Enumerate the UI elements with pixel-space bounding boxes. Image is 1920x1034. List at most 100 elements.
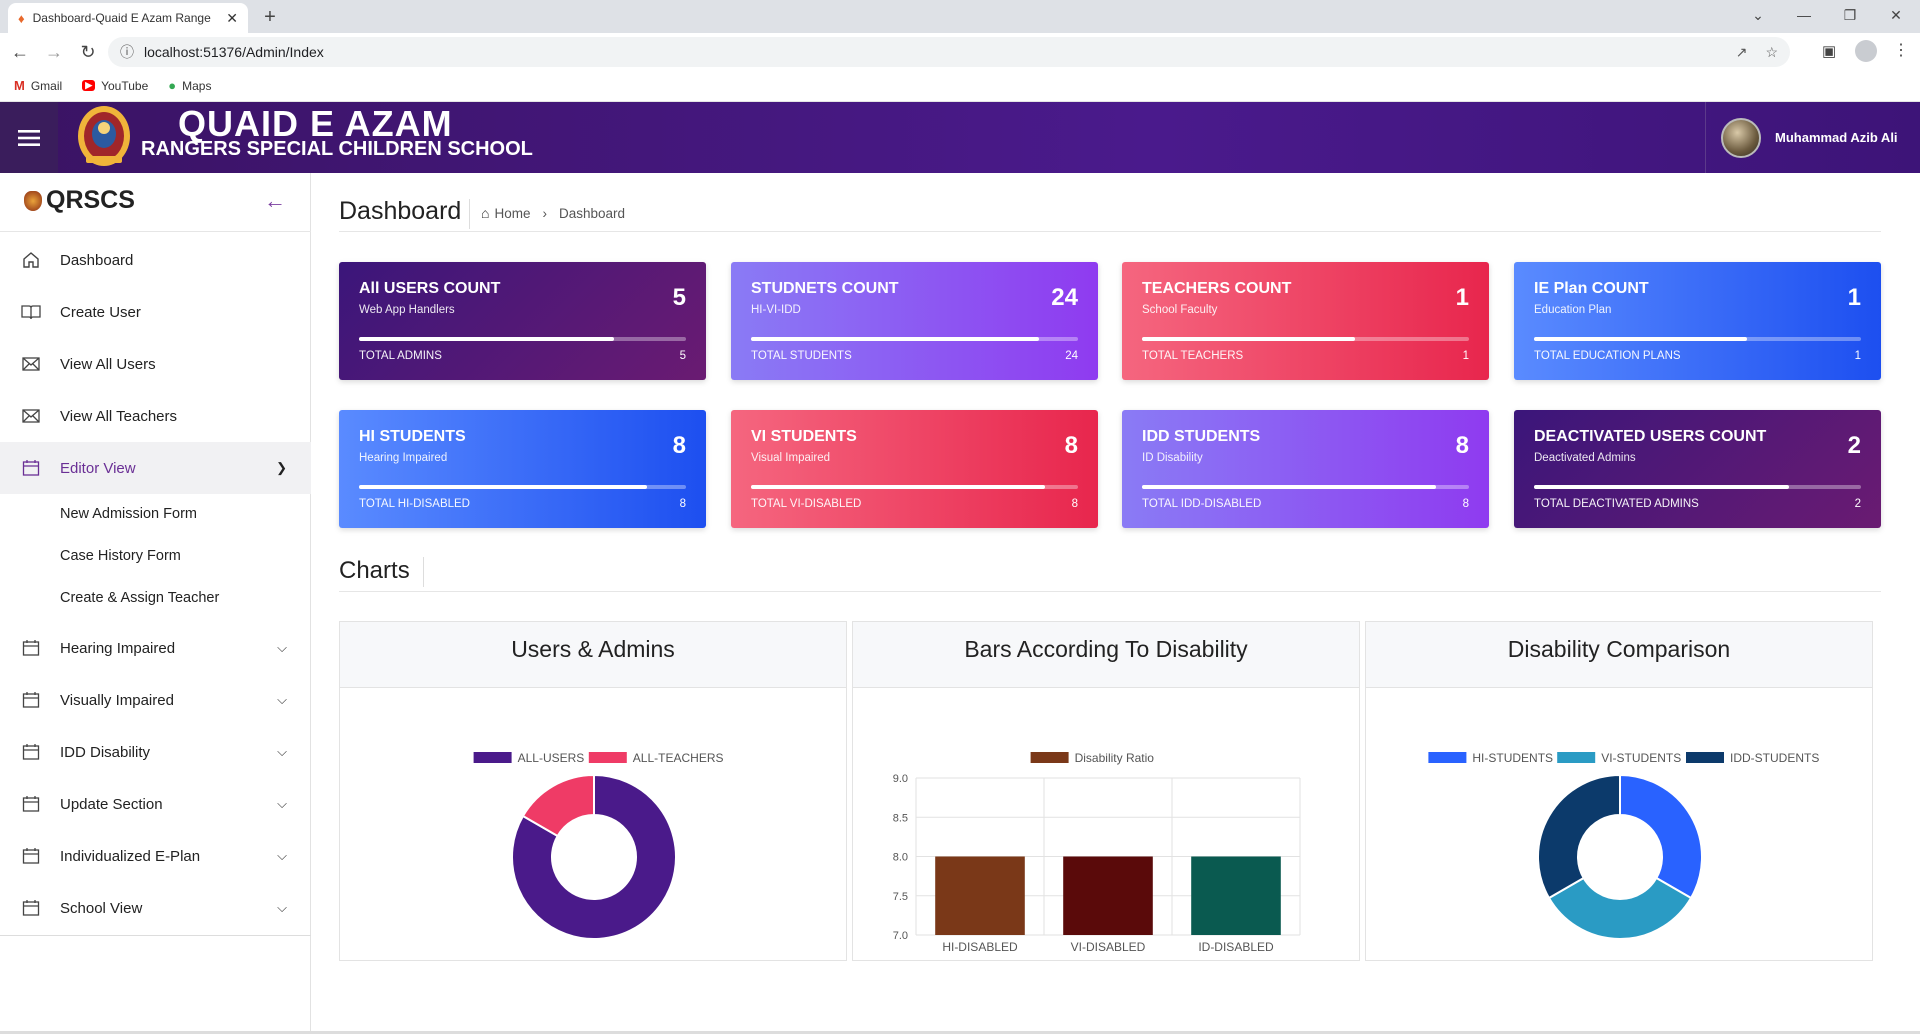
- stat-card-ie-plan[interactable]: IE Plan COUNT Education Plan 1 TOTAL EDU…: [1514, 262, 1881, 380]
- breadcrumb-current: Dashboard: [558, 205, 626, 221]
- card-value: 8: [1064, 432, 1078, 459]
- chart-title: Users & Admins: [340, 622, 846, 688]
- card-value: 24: [1051, 284, 1078, 311]
- stat-card-teachers[interactable]: TEACHERS COUNT School Faculty 1 TOTAL TE…: [1122, 262, 1489, 380]
- bookmark-maps[interactable]: ● Maps: [168, 78, 211, 93]
- sidebar-item-school-view[interactable]: School View ⌵: [0, 882, 311, 934]
- collapse-sidebar-icon[interactable]: ←: [264, 188, 286, 214]
- card-value: 2: [1847, 432, 1861, 459]
- card-title: IDD STUDENTS: [1142, 428, 1261, 445]
- bar: [1191, 856, 1281, 935]
- share-icon[interactable]: ↗: [1736, 44, 1748, 61]
- sidebar-subitem-case-history-form[interactable]: Case History Form: [60, 548, 181, 564]
- forward-arrow-icon[interactable]: →: [40, 38, 68, 66]
- school-subtitle: RANGERS SPECIAL CHILDREN SCHOOL: [141, 138, 533, 160]
- tab-title: Dashboard-Quaid E Azam Range: [32, 11, 211, 25]
- progress-bar: [751, 337, 1078, 341]
- progress-bar: [1142, 337, 1469, 341]
- sidebar-item-create-user[interactable]: Create User: [0, 286, 311, 338]
- back-arrow-icon[interactable]: ←: [6, 38, 34, 66]
- tab-search-icon[interactable]: ⌄: [1735, 0, 1781, 33]
- page-title: Dashboard: [339, 197, 462, 225]
- stat-card-hi-students[interactable]: HI STUDENTS Hearing Impaired 8 TOTAL HI-…: [339, 410, 706, 528]
- pie-slice: [1537, 773, 1621, 900]
- sidebar-item-editor-view[interactable]: Editor View ❯: [0, 442, 311, 494]
- chevron-down-icon: ⌵: [277, 692, 287, 707]
- sidebar-brand[interactable]: QRSCS: [24, 186, 135, 215]
- new-tab-button[interactable]: +: [258, 5, 282, 29]
- sidebar-item-update-section[interactable]: Update Section ⌵: [0, 778, 311, 830]
- card-title: HI STUDENTS: [359, 428, 466, 445]
- close-tab-icon[interactable]: ✕: [226, 10, 238, 27]
- divider: [0, 935, 311, 936]
- stat-card-idd-students[interactable]: IDD STUDENTS ID Disability 8 TOTAL IDD-D…: [1122, 410, 1489, 528]
- chevron-down-icon: ⌵: [277, 848, 287, 863]
- stat-card-deactivated-users[interactable]: DEACTIVATED USERS COUNT Deactivated Admi…: [1514, 410, 1881, 528]
- chart-panel-disability-bars: Bars According To Disability Disability …: [852, 621, 1360, 961]
- sidebar-subitem-create-assign-teacher[interactable]: Create & Assign Teacher: [60, 590, 219, 606]
- bar: [1063, 856, 1153, 935]
- reload-icon[interactable]: ↻: [74, 38, 102, 66]
- brand-logo-icon: [24, 190, 42, 211]
- bookmark-youtube[interactable]: ▶ YouTube: [82, 79, 148, 93]
- progress-fill: [1534, 337, 1747, 341]
- chevron-up-icon: ❯: [276, 460, 287, 475]
- stat-card-all-users[interactable]: All USERS COUNT Web App Handlers 5 TOTAL…: [339, 262, 706, 380]
- progress-fill: [1142, 485, 1437, 489]
- card-footer-label: TOTAL TEACHERS: [1142, 350, 1244, 362]
- browser-tabstrip: [0, 0, 1920, 33]
- sidebar-item-label: Individualized E-Plan: [60, 847, 201, 865]
- progress-fill: [1142, 337, 1355, 341]
- sidebar-item-label: Dashboard: [60, 251, 134, 269]
- legend-label: Disability Ratio: [1075, 751, 1155, 765]
- info-icon[interactable]: ⓘ: [120, 42, 134, 62]
- card-footer-label: TOTAL HI-DISABLED: [359, 498, 470, 510]
- card-title: VI STUDENTS: [751, 428, 857, 445]
- sidebar-item-individualized-e-plan[interactable]: Individualized E-Plan ⌵: [0, 830, 311, 882]
- envelope-icon: [20, 355, 42, 373]
- progress-bar: [359, 485, 686, 489]
- disability-bar-chart: Disability Ratio 9.0 8.5 8.0 7.5 7.0 HI-DISABL…: [893, 751, 1301, 954]
- close-window-button[interactable]: ✕: [1873, 0, 1919, 33]
- sidebar-item-dashboard[interactable]: Dashboard: [0, 234, 311, 286]
- browser-tab[interactable]: ♦ Dashboard-Quaid E Azam Range ✕: [8, 3, 248, 33]
- stat-card-vi-students[interactable]: VI STUDENTS Visual Impaired 8 TOTAL VI-D…: [731, 410, 1098, 528]
- card-footer-label: TOTAL STUDENTS: [751, 350, 852, 362]
- card-subtitle: Deactivated Admins: [1534, 452, 1636, 464]
- menu-dots-icon[interactable]: ⋮: [1893, 40, 1909, 60]
- x-tick-label: ID-DISABLED: [1198, 940, 1274, 954]
- card-subtitle: Hearing Impaired: [359, 452, 448, 464]
- card-footer-label: TOTAL DEACTIVATED ADMINS: [1534, 498, 1699, 510]
- y-tick-label: 8.0: [893, 852, 908, 864]
- sidebar-item-hearing-impaired[interactable]: Hearing Impaired ⌵: [0, 622, 311, 674]
- divider: [339, 591, 1881, 592]
- sidebar-item-view-all-teachers[interactable]: View All Teachers: [0, 390, 311, 442]
- stat-card-students[interactable]: STUDNETS COUNT HI-VI-IDD 24 TOTAL STUDEN…: [731, 262, 1098, 380]
- calendar-icon: [20, 743, 42, 761]
- sidebar-item-label: Editor View: [60, 459, 136, 477]
- sidebar-item-idd-disability[interactable]: IDD Disability ⌵: [0, 726, 311, 778]
- legend-swatch: [1030, 752, 1069, 763]
- sidebar-item-view-all-users[interactable]: View All Users: [0, 338, 311, 390]
- address-bar[interactable]: ⓘ localhost:51376/Admin/Index ↗ ☆: [108, 37, 1790, 67]
- sidebar-subitem-new-admission-form[interactable]: New Admission Form: [60, 506, 197, 522]
- breadcrumb-home[interactable]: Home: [494, 206, 530, 221]
- bookmark-gmail[interactable]: M Gmail: [14, 78, 62, 93]
- profile-icon[interactable]: [1855, 40, 1877, 62]
- calendar-icon: [20, 795, 42, 813]
- card-subtitle: Web App Handlers: [359, 304, 455, 316]
- sidebar-item-visually-impaired[interactable]: Visually Impaired ⌵: [0, 674, 311, 726]
- restore-button[interactable]: ❐: [1827, 0, 1873, 33]
- card-footer-value: 8: [679, 498, 686, 510]
- bookmark-label: Gmail: [30, 78, 63, 93]
- side-panel-icon[interactable]: ▣: [1822, 42, 1836, 60]
- sidebar-item-label: View All Teachers: [60, 407, 178, 425]
- user-menu[interactable]: Muhammad Azib Ali: [1705, 102, 1920, 173]
- minimize-button[interactable]: —: [1781, 0, 1827, 33]
- star-icon[interactable]: ☆: [1765, 44, 1778, 61]
- hamburger-menu-icon[interactable]: [0, 102, 58, 173]
- sidebar-item-label: Hearing Impaired: [60, 639, 176, 657]
- progress-bar: [359, 337, 686, 341]
- gmail-icon: M: [14, 78, 25, 93]
- progress-fill: [751, 337, 1039, 341]
